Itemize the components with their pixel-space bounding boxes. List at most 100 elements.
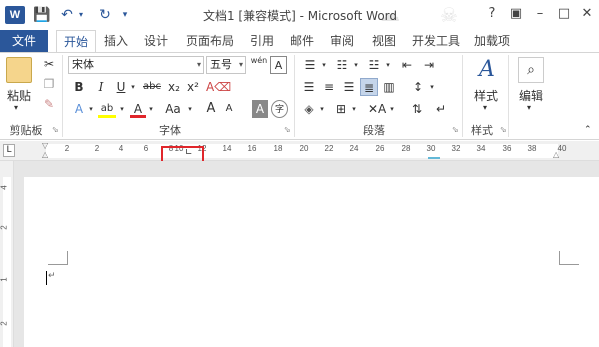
cut-icon[interactable]: ✂ xyxy=(40,55,58,73)
chevron-down-icon[interactable]: ▾ xyxy=(352,56,360,74)
margin-corner-mark xyxy=(48,251,68,265)
ruler-number: 18 xyxy=(273,144,283,153)
italic-button[interactable]: I xyxy=(92,78,110,96)
redo-icon[interactable]: ↻ xyxy=(96,5,114,25)
ribbon-display-button[interactable]: ▣ xyxy=(504,2,528,26)
distributed-icon[interactable]: ▥ xyxy=(380,78,398,96)
group-separator xyxy=(62,55,63,137)
chevron-down-icon[interactable]: ▾ xyxy=(320,56,328,74)
align-right-icon[interactable]: ☰ xyxy=(340,78,358,96)
paste-button[interactable]: 粘贴 xyxy=(4,87,34,104)
save-icon[interactable]: 💾 xyxy=(33,5,51,25)
maximize-button[interactable]: □ xyxy=(552,2,576,26)
tab-developer[interactable]: 开发工具 xyxy=(406,30,466,52)
hanging-indent-marker[interactable]: △ xyxy=(42,150,48,159)
change-case-button[interactable]: Aa xyxy=(160,100,186,118)
undo-dropdown-icon[interactable]: ▾ xyxy=(76,5,86,25)
underline-button[interactable]: U xyxy=(113,78,129,96)
grow-font-button[interactable]: A xyxy=(204,100,218,118)
chevron-down-icon[interactable]: ▾ xyxy=(384,56,392,74)
tab-file[interactable]: 文件 xyxy=(0,30,48,52)
paste-icon[interactable] xyxy=(6,57,32,83)
vruler-number: 4 xyxy=(0,185,9,190)
borders-icon[interactable]: ⊞ xyxy=(332,100,350,118)
chevron-down-icon[interactable]: ▾ xyxy=(388,100,396,118)
editing-dropdown-icon[interactable]: ▾ xyxy=(527,103,531,112)
tab-insert[interactable]: 插入 xyxy=(98,30,134,52)
decrease-indent-icon[interactable]: ⇤ xyxy=(398,56,416,74)
bullets-icon[interactable]: ☰ xyxy=(300,56,320,74)
vruler-number: 1 xyxy=(0,277,9,282)
show-marks-icon[interactable]: ↵ xyxy=(432,100,450,118)
chevron-down-icon[interactable]: ▾ xyxy=(87,100,95,118)
minimize-button[interactable]: – xyxy=(528,2,552,26)
document-page[interactable]: ↵ xyxy=(24,177,599,347)
title-bar: W 💾 ↶ ▾ ↻ ▾ ☁ ☠ 文档1 [兼容模式] - Microsoft W… xyxy=(0,0,599,30)
align-center-icon[interactable]: ≡ xyxy=(320,78,338,96)
numbering-icon[interactable]: ☷ xyxy=(332,56,352,74)
increase-indent-icon[interactable]: ⇥ xyxy=(420,56,438,74)
clear-formatting-icon[interactable]: A⌫ xyxy=(206,78,231,96)
styles-launcher-icon[interactable]: ⬂ xyxy=(500,125,507,134)
styles-dropdown-icon[interactable]: ▾ xyxy=(483,103,487,112)
shading-icon[interactable]: ◈ xyxy=(300,100,318,118)
collapse-ribbon-icon[interactable]: ⌃ xyxy=(584,125,592,135)
font-name-combo[interactable]: 宋体 ▾ xyxy=(68,56,204,74)
styles-button[interactable]: 样式 xyxy=(470,87,502,104)
copy-icon[interactable]: ❐ xyxy=(40,75,58,93)
chevron-down-icon[interactable]: ▾ xyxy=(147,100,155,118)
close-button[interactable]: ✕ xyxy=(575,2,599,26)
tab-mailings[interactable]: 邮件 xyxy=(284,30,320,52)
chevron-down-icon[interactable]: ▾ xyxy=(350,100,358,118)
chevron-down-icon[interactable]: ▾ xyxy=(186,100,194,118)
character-shading-button[interactable]: A xyxy=(252,100,268,118)
tab-home[interactable]: 开始 xyxy=(56,30,96,52)
chevron-down-icon[interactable]: ▾ xyxy=(118,100,126,118)
enclose-characters-button[interactable]: 字 xyxy=(271,100,288,118)
font-launcher-icon[interactable]: ⬂ xyxy=(284,125,291,134)
align-left-icon[interactable]: ☰ xyxy=(300,78,318,96)
first-line-indent-marker[interactable]: ▽ xyxy=(42,141,48,150)
asian-layout-icon[interactable]: ✕A xyxy=(368,100,386,118)
sort-icon[interactable]: ⇅ xyxy=(408,100,426,118)
tab-addins[interactable]: 加载项 xyxy=(468,30,516,52)
tab-references[interactable]: 引用 xyxy=(244,30,280,52)
vertical-ruler[interactable]: 4 2 1 2 xyxy=(0,161,14,347)
chevron-down-icon[interactable]: ▾ xyxy=(128,78,138,96)
format-painter-icon[interactable]: ✎ xyxy=(40,95,58,113)
editing-button[interactable]: 编辑 xyxy=(514,87,548,104)
clipboard-launcher-icon[interactable]: ⬂ xyxy=(52,125,59,134)
chevron-down-icon[interactable]: ▾ xyxy=(428,78,436,96)
font-color-icon[interactable]: A xyxy=(130,100,146,118)
shrink-font-button[interactable]: A xyxy=(222,100,236,118)
tab-page-layout[interactable]: 页面布局 xyxy=(180,30,240,52)
chevron-down-icon: ▾ xyxy=(238,60,243,69)
chevron-down-icon[interactable]: ▾ xyxy=(318,100,326,118)
paste-dropdown-icon[interactable]: ▾ xyxy=(14,103,18,112)
tab-view[interactable]: 视图 xyxy=(366,30,402,52)
multilevel-list-icon[interactable]: ☳ xyxy=(364,56,384,74)
phonetic-guide-button[interactable]: wén xyxy=(250,56,268,74)
character-border-button[interactable]: A xyxy=(270,56,287,74)
styles-icon[interactable]: A xyxy=(474,57,500,83)
tab-selector-button[interactable]: L xyxy=(3,144,15,157)
tab-review[interactable]: 审阅 xyxy=(324,30,360,52)
ribbon: 粘贴 ▾ ✂ ❐ ✎ 剪贴板 ⬂ 宋体 ▾ 五号 ▾ wén A B I U ▾ a… xyxy=(0,52,599,140)
justify-icon[interactable]: ≣ xyxy=(360,78,378,96)
font-size-combo[interactable]: 五号 ▾ xyxy=(206,56,246,74)
line-spacing-icon[interactable]: ↕ xyxy=(408,78,428,96)
undo-icon[interactable]: ↶ xyxy=(58,5,76,25)
bold-button[interactable]: B xyxy=(70,78,88,96)
help-button[interactable]: ? xyxy=(480,2,504,26)
superscript-button[interactable]: x² xyxy=(184,78,202,96)
tab-design[interactable]: 设计 xyxy=(138,30,174,52)
horizontal-ruler[interactable]: L ▽ △ △ 2 2 4 6 8 10 12 14 16 18 20 22 2… xyxy=(0,141,599,161)
paragraph-launcher-icon[interactable]: ⬂ xyxy=(452,125,459,134)
strikethrough-button[interactable]: abc xyxy=(140,78,164,96)
subscript-button[interactable]: x₂ xyxy=(165,78,183,96)
ruler-number: 26 xyxy=(375,144,385,153)
customize-qat-icon[interactable]: ▾ xyxy=(120,5,130,25)
find-binoculars-icon[interactable]: ⌕ xyxy=(518,57,544,83)
highlight-color-icon[interactable]: ab xyxy=(98,100,116,118)
text-effects-icon[interactable]: A xyxy=(70,100,88,118)
